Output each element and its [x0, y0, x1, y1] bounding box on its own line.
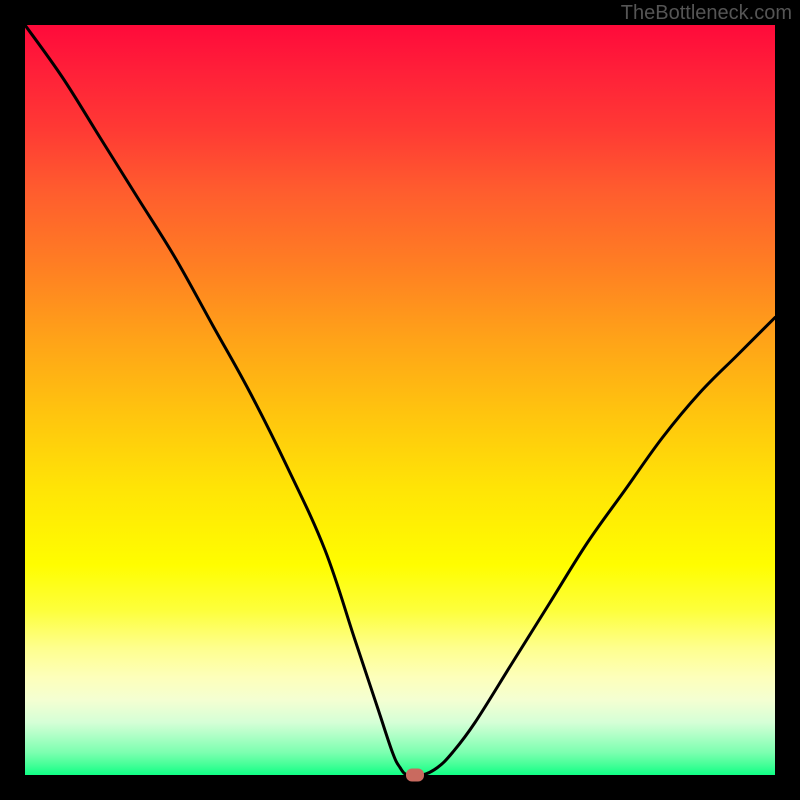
plot-area [25, 25, 775, 775]
bottleneck-curve-line [25, 25, 775, 775]
minimum-marker [406, 769, 424, 782]
watermark-text: TheBottleneck.com [621, 2, 792, 25]
chart-svg [25, 25, 775, 775]
